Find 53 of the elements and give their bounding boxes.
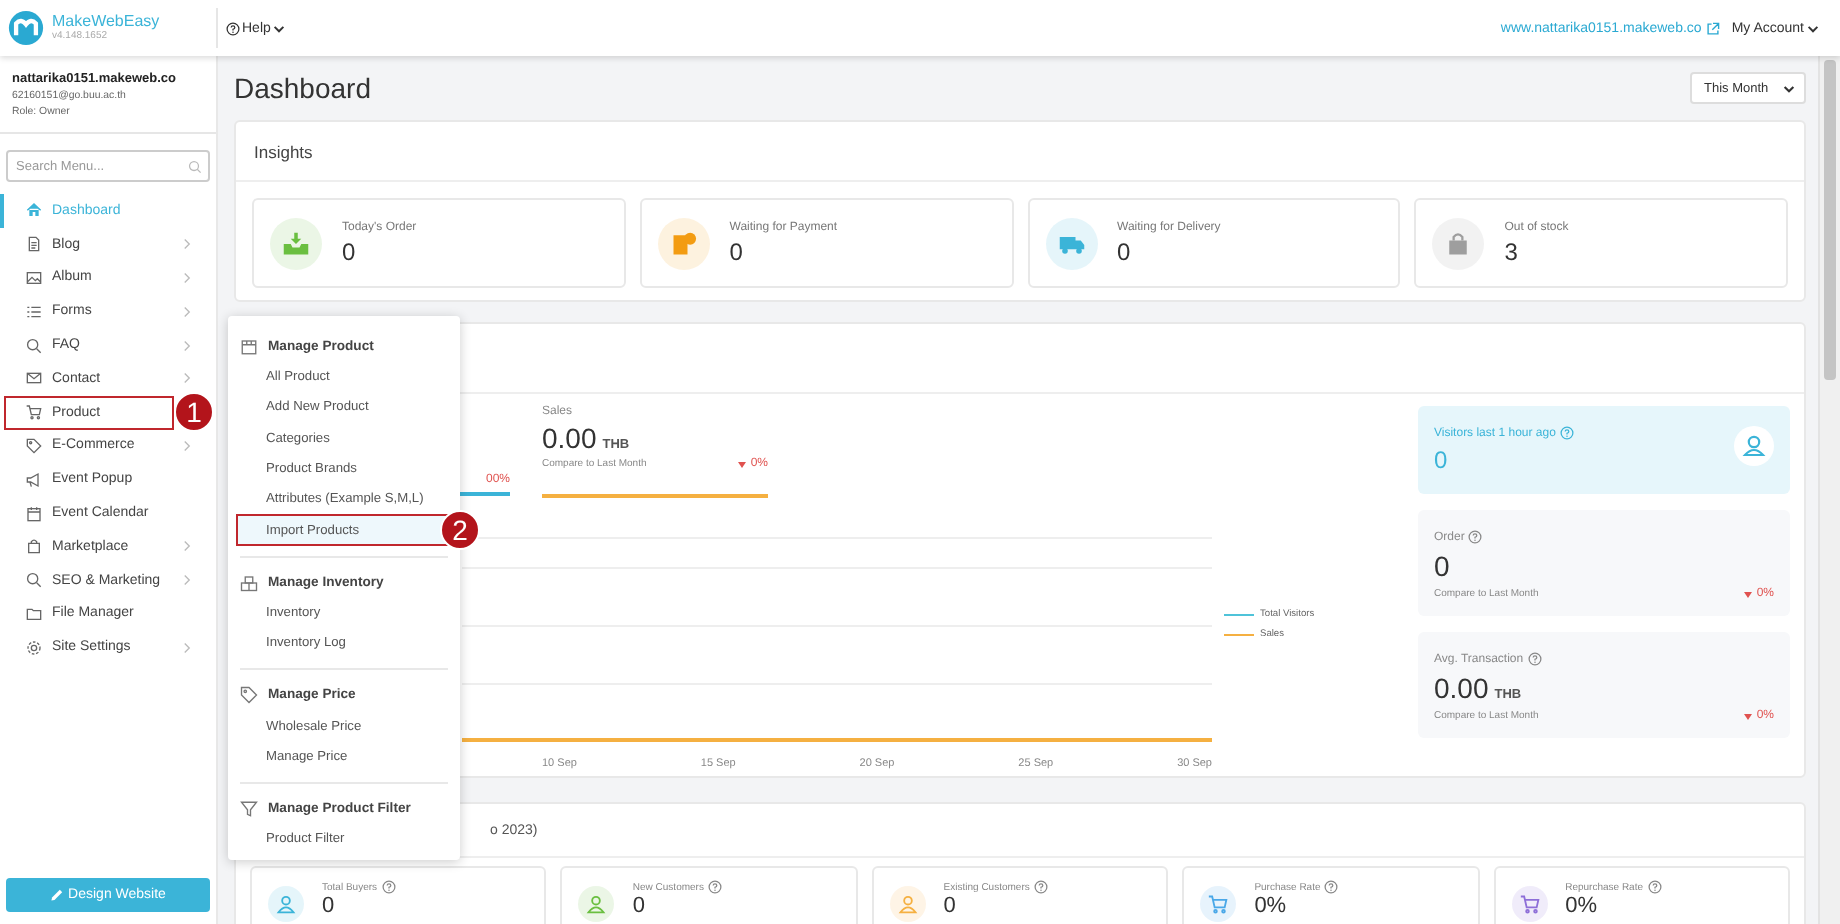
stat-value: 0	[322, 896, 337, 918]
scrollbar[interactable]	[1818, 56, 1840, 924]
stat-value: 0	[632, 896, 648, 918]
scrollbar-thumb[interactable]	[1824, 60, 1836, 380]
help-icon	[1468, 530, 1483, 544]
stat-value: 3	[1504, 237, 1520, 265]
user-icon	[1734, 426, 1774, 466]
stat-value: 0	[729, 237, 745, 265]
cart-icon	[26, 404, 42, 421]
folder-icon	[26, 605, 42, 622]
tag-icon	[240, 686, 258, 705]
calendar-icon	[26, 505, 42, 522]
search-icon	[188, 159, 202, 173]
megaphone-icon	[26, 471, 42, 488]
stat-value: 0	[1117, 237, 1133, 265]
chevron-down-icon	[1806, 21, 1820, 35]
help-icon	[226, 21, 240, 35]
filter-icon	[240, 799, 258, 818]
help-icon	[381, 880, 396, 894]
stat-value: 0.00	[1434, 672, 1489, 704]
help-icon	[1527, 652, 1542, 666]
app-name: MakeWebEasy	[52, 14, 160, 30]
gear-icon	[26, 639, 42, 656]
logo-icon	[8, 10, 44, 46]
stat-value: 0%	[1254, 896, 1289, 918]
card-title: Insights	[254, 141, 313, 161]
help-icon	[707, 880, 722, 894]
list-icon	[26, 303, 42, 320]
help-icon	[1033, 880, 1048, 894]
bag-icon	[26, 538, 42, 555]
stat-value: 0%	[1565, 896, 1599, 918]
stat-value: 0	[1434, 550, 1450, 582]
mail-icon	[26, 370, 42, 387]
boxes-icon	[240, 573, 258, 592]
pencil-icon	[50, 888, 65, 902]
box-icon	[240, 338, 258, 356]
help-icon	[1559, 426, 1574, 440]
home-icon	[26, 202, 42, 219]
doc-icon	[26, 236, 42, 253]
help-icon	[1324, 880, 1339, 894]
external-link-icon[interactable]	[1705, 21, 1720, 35]
stat-value: 0.00	[542, 422, 597, 454]
stat-value: 0	[1434, 446, 1450, 474]
chevron-down-icon	[272, 21, 287, 35]
stat-value: 0	[342, 237, 358, 265]
stat-value: 0	[943, 896, 958, 918]
step-badge: 1	[174, 391, 214, 432]
tag-icon	[26, 437, 42, 454]
image-icon	[26, 269, 42, 286]
page-title: Dashboard	[234, 72, 371, 104]
search-icon	[26, 572, 42, 589]
chevron-down-icon	[1782, 81, 1796, 95]
help-icon	[1647, 880, 1662, 894]
